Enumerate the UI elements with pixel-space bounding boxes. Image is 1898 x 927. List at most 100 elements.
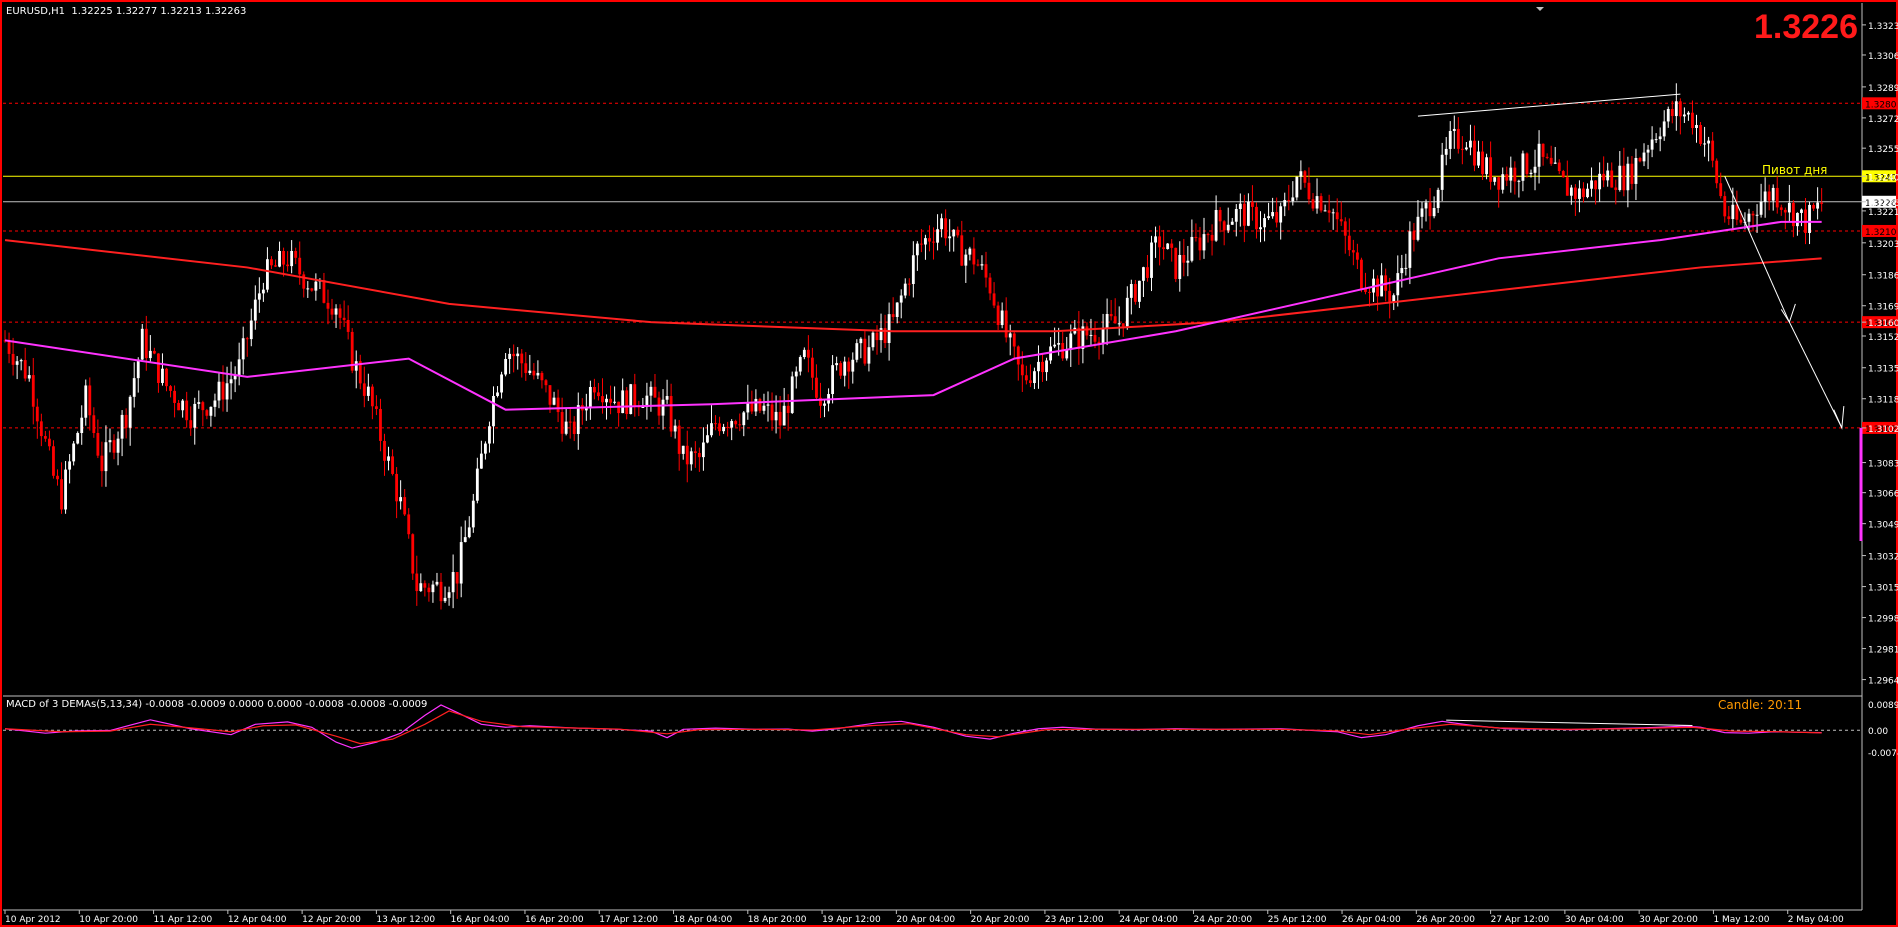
candle-body	[1497, 177, 1501, 190]
candle-body	[621, 390, 625, 414]
candle-body	[536, 372, 540, 376]
candle-body	[261, 289, 265, 294]
candle-body	[241, 338, 245, 360]
candle-body	[774, 411, 778, 421]
candle-body	[899, 295, 903, 303]
candle-body	[157, 353, 160, 383]
candle-body	[471, 500, 475, 528]
candle-body	[1210, 234, 1214, 241]
candle-body	[815, 377, 818, 398]
candle-body	[140, 328, 144, 360]
x-tick-label: 25 Apr 12:00	[1268, 915, 1327, 925]
price-chart[interactable]: 1.3280 1.3240 1.3226 1.3210 1.3160 1.3102 1.33…	[0, 0, 1898, 927]
x-tick-label: 20 Apr 20:00	[971, 915, 1030, 925]
candle-body	[504, 358, 508, 375]
candle-body	[1582, 188, 1585, 198]
macd-tick-label: 0.00	[1868, 727, 1888, 737]
candle-body	[1396, 273, 1400, 296]
y-tick-label: 1.3272	[1868, 115, 1898, 125]
candle-body	[936, 229, 939, 243]
candle-body	[112, 440, 116, 453]
candle-body	[64, 469, 67, 510]
candle-body	[1440, 154, 1444, 190]
candle-body	[1113, 316, 1117, 324]
x-tick-label: 30 Apr 20:00	[1639, 915, 1698, 925]
candle-body	[1682, 114, 1686, 117]
candle-body	[980, 264, 984, 266]
candle-body	[1137, 280, 1141, 302]
candle-body	[1388, 290, 1392, 302]
candle-body	[205, 410, 209, 416]
candle-body	[270, 259, 273, 266]
candle-body	[177, 402, 181, 411]
x-tick-label: 17 Apr 12:00	[599, 915, 658, 925]
candle-body	[1319, 196, 1323, 211]
candle-body	[257, 293, 261, 300]
candle-body	[1263, 218, 1266, 228]
candle-body	[1033, 371, 1036, 384]
x-tick-label: 10 Apr 20:00	[79, 915, 138, 925]
candle-body	[1355, 252, 1359, 260]
candle-body	[629, 384, 633, 415]
candle-body	[152, 350, 156, 354]
candle-body	[1105, 314, 1109, 329]
candle-body	[677, 425, 681, 454]
candle-body	[1004, 310, 1008, 338]
x-tick-label: 1 May 12:00	[1713, 915, 1769, 925]
current-price: 1.3226	[1754, 8, 1858, 46]
candle-body	[1739, 219, 1743, 223]
candle-body	[952, 229, 956, 237]
candle-body	[173, 390, 176, 403]
candle-body	[1077, 327, 1081, 349]
y-tick-label: 1.2981	[1868, 646, 1898, 656]
candle-body	[1796, 212, 1799, 227]
candle-body	[76, 433, 80, 444]
candle-body	[383, 440, 386, 461]
candle-body	[697, 452, 701, 458]
candle-body	[548, 385, 552, 405]
candle-body	[298, 257, 302, 275]
candle-body	[286, 264, 290, 267]
candle-body	[330, 308, 334, 315]
candle-body	[524, 363, 528, 374]
candle-body	[835, 363, 839, 366]
candle-body	[1016, 346, 1020, 365]
candle-body	[556, 397, 560, 413]
candle-body	[217, 381, 221, 401]
x-tick-label: 2 May 04:00	[1788, 915, 1844, 925]
candle-body	[1416, 216, 1420, 240]
candle-body	[1654, 139, 1658, 141]
candle-body	[245, 338, 249, 340]
candle-body	[762, 405, 766, 411]
candle-body	[1085, 326, 1089, 336]
candle-body	[387, 456, 390, 461]
y-tick-label: 1.3135	[1868, 365, 1898, 375]
candle-body	[1812, 204, 1815, 209]
x-tick-label: 24 Apr 20:00	[1193, 915, 1252, 925]
pivot-label: Пивот дня	[1762, 163, 1828, 177]
candle-body	[1158, 236, 1162, 248]
candle-body	[1783, 209, 1787, 213]
candle-body	[516, 353, 520, 357]
candle-body	[447, 592, 451, 598]
candle-body	[1182, 254, 1186, 263]
candle-body	[1428, 202, 1432, 217]
candle-body	[52, 446, 55, 476]
candle-body	[1541, 143, 1545, 157]
candle-body	[867, 347, 871, 364]
candle-body	[944, 218, 948, 239]
level-tag-label: 1.3210	[1865, 228, 1897, 238]
candle-body	[467, 527, 471, 538]
candle-body	[7, 340, 11, 354]
candle-body	[601, 396, 604, 403]
candle-body	[1557, 162, 1561, 172]
candle-body	[847, 361, 851, 372]
candle-body	[1311, 199, 1315, 209]
candle-body	[1198, 237, 1202, 251]
candle-body	[1626, 163, 1630, 191]
x-tick-label: 13 Apr 12:00	[376, 915, 435, 925]
candle-body	[673, 425, 677, 432]
candle-body	[1469, 140, 1472, 148]
candle-body	[128, 396, 132, 428]
candle-body	[1117, 323, 1121, 325]
